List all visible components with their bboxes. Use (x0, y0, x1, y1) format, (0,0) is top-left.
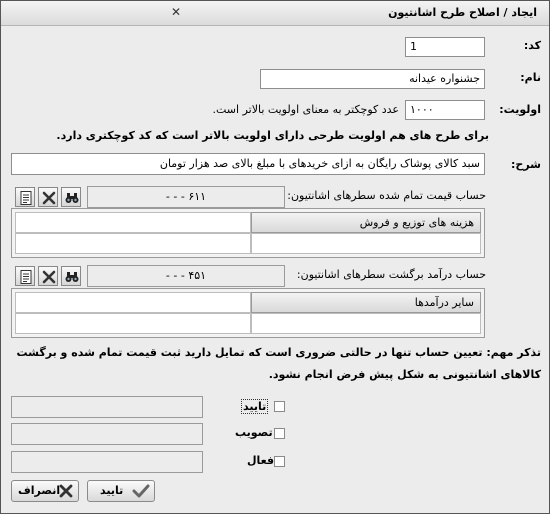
delete-icon (42, 270, 56, 284)
priority-label: اولویت: (499, 103, 541, 116)
confirm-info-box (11, 396, 203, 418)
active-info-box (11, 451, 203, 473)
close-icon[interactable]: ✕ (169, 5, 183, 19)
binoculars-icon (65, 272, 79, 282)
check-icon (132, 484, 150, 498)
confirm-checkbox[interactable] (274, 401, 285, 412)
warning-line-1: تذکر مهم: تعیین حساب تنها در حالتی ضروری… (16, 346, 541, 359)
revenue-account-label: حساب درآمد برگشت سطرهای اشانتیون: (296, 268, 486, 281)
grid-cell (15, 292, 251, 313)
grid-header-cell: هزینه های توزیع و فروش (251, 212, 481, 233)
cancel-button[interactable]: انصراف (11, 480, 79, 502)
priority-hint: عدد کوچکتر به معنای اولویت بالاتر است. (212, 103, 400, 116)
priority-note: برای طرح های هم اولویت طرحی دارای اولویت… (56, 129, 489, 142)
active-checkbox-label[interactable]: فعال (247, 454, 274, 467)
ok-button-label: تایید (100, 484, 124, 497)
grid-cell[interactable] (15, 233, 251, 254)
delete-icon (42, 191, 56, 205)
code-input[interactable]: 1 (405, 37, 485, 57)
revenue-account-grid: سایر درآمدها (11, 288, 485, 338)
grid-header-cell: سایر درآمدها (251, 292, 481, 313)
description-input[interactable]: سبد کالای پوشاک رایگان به ازای خریدهای ب… (11, 153, 485, 175)
cost-account-grid: هزینه های توزیع و فروش (11, 208, 485, 258)
clear-account-button[interactable] (38, 187, 58, 207)
cancel-icon (59, 484, 73, 498)
search-account-button[interactable] (61, 187, 81, 207)
account-details-button[interactable] (15, 187, 35, 207)
warning-line-2: کالاهای اشانتیونی به شکل پیش فرض انجام ن… (268, 368, 541, 381)
description-label: شرح: (511, 158, 541, 171)
binoculars-icon (65, 193, 79, 203)
code-label: کد: (523, 39, 541, 52)
revenue-account-field[interactable]: ۴۵۱ - - - (87, 265, 285, 287)
cost-account-label: حساب قیمت تمام شده سطرهای اشانتیون: (287, 189, 486, 202)
title-bar: ایجاد / اصلاح طرح اشانتیون ✕ (1, 1, 549, 26)
grid-cell (15, 212, 251, 233)
clear-account-button[interactable] (38, 266, 58, 286)
approve-checkbox-label[interactable]: تصویب (235, 426, 273, 439)
account-details-button[interactable] (15, 266, 35, 286)
cost-account-field[interactable]: ۶۱۱ - - - (87, 186, 285, 208)
approve-info-box (11, 423, 203, 445)
approve-checkbox[interactable] (274, 428, 285, 439)
grid-cell[interactable] (251, 313, 481, 334)
confirm-checkbox-label[interactable]: تایید (241, 399, 269, 414)
document-icon (20, 270, 32, 284)
document-icon (20, 191, 32, 205)
priority-input[interactable]: ۱۰۰۰ (405, 100, 485, 120)
grid-cell[interactable] (251, 233, 481, 254)
name-input[interactable]: جشنواره عیدانه (260, 69, 485, 89)
cancel-button-label: انصراف (18, 484, 61, 497)
ok-button[interactable]: تایید (87, 480, 155, 502)
dialog-window: ایجاد / اصلاح طرح اشانتیون ✕ کد: 1 نام: … (0, 0, 550, 514)
grid-cell[interactable] (15, 313, 251, 334)
window-title: ایجاد / اصلاح طرح اشانتیون (388, 6, 537, 19)
name-label: نام: (520, 71, 541, 84)
active-checkbox[interactable] (274, 456, 285, 467)
search-account-button[interactable] (61, 266, 81, 286)
